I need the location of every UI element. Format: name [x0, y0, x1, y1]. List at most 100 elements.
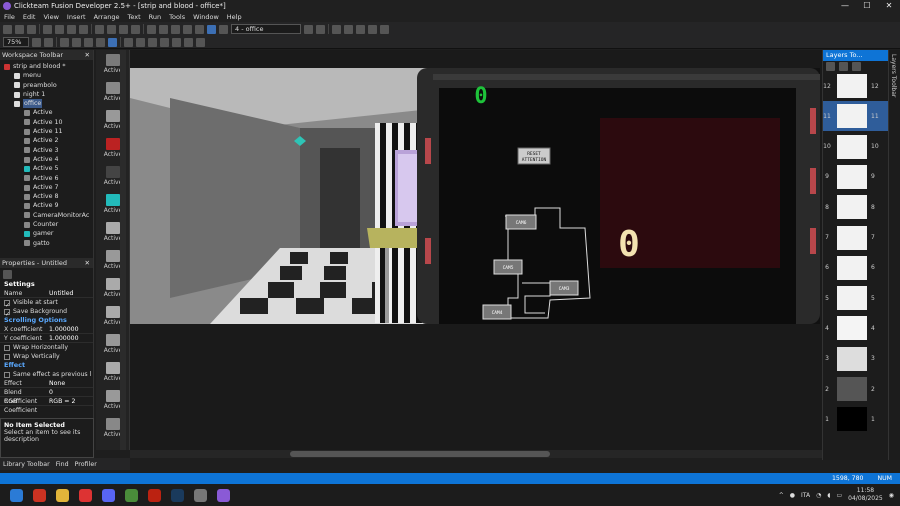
- menu-window[interactable]: Window: [193, 13, 219, 21]
- layer-row[interactable]: 10 10: [823, 132, 893, 162]
- prop-same-effect-checkbox[interactable]: Same effect as previous l: [0, 370, 93, 379]
- layer-row[interactable]: 55: [823, 283, 893, 313]
- tab-profiler[interactable]: Profiler: [75, 461, 97, 468]
- prop-x-coefficient[interactable]: X coefficient 1.000000: [0, 325, 93, 334]
- tree-item[interactable]: office: [0, 99, 93, 109]
- steam-icon[interactable]: [171, 488, 184, 502]
- tree-item[interactable]: strip and blood *: [0, 62, 93, 71]
- minimize-button[interactable]: —: [834, 0, 856, 12]
- add-layer-icon[interactable]: [826, 62, 835, 71]
- grid-toggle-icon[interactable]: [60, 37, 69, 47]
- menu-file[interactable]: File: [4, 13, 15, 21]
- show-all-icon[interactable]: [84, 37, 93, 47]
- media-player-icon[interactable]: [79, 488, 92, 502]
- prop-wrap-vertical-checkbox[interactable]: Wrap Vertically: [0, 352, 93, 361]
- copy-icon[interactable]: [55, 24, 64, 34]
- event-editor-icon[interactable]: [171, 24, 180, 34]
- prop-visible-checkbox[interactable]: ✓ Visible at start: [0, 298, 93, 309]
- window-icon[interactable]: [356, 24, 365, 34]
- tree-item[interactable]: Active 6: [0, 174, 93, 183]
- close-panel-icon[interactable]: ✕: [85, 50, 90, 60]
- layer-row[interactable]: 33: [823, 344, 893, 374]
- frame-icon[interactable]: [219, 24, 228, 34]
- grid-icon[interactable]: [332, 24, 341, 34]
- menu-help[interactable]: Help: [227, 13, 242, 21]
- data-elements-icon[interactable]: [195, 24, 204, 34]
- layers-vertical-tab[interactable]: Layers Toolbar: [888, 50, 900, 460]
- align-middle-icon[interactable]: [172, 37, 181, 47]
- tray-app-icon[interactable]: ●: [790, 492, 795, 499]
- align-icon[interactable]: [380, 24, 389, 34]
- tree-item[interactable]: Active 2: [0, 136, 93, 145]
- object-strip-scrollbar[interactable]: [120, 50, 126, 450]
- paste-icon[interactable]: [67, 24, 76, 34]
- save-icon[interactable]: [27, 24, 36, 34]
- discord-icon[interactable]: [102, 488, 115, 502]
- menu-edit[interactable]: Edit: [23, 13, 36, 21]
- storyboard-icon[interactable]: [147, 24, 156, 34]
- fusion-icon[interactable]: [217, 488, 230, 502]
- tree-item[interactable]: menu: [0, 71, 93, 80]
- run-application-icon[interactable]: [107, 24, 116, 34]
- maximize-button[interactable]: ☐: [856, 0, 878, 12]
- tree-item[interactable]: Active 8: [0, 192, 93, 201]
- run-frame-icon[interactable]: [119, 24, 128, 34]
- opera-icon[interactable]: [33, 488, 46, 502]
- zoom-select[interactable]: 75%: [3, 37, 29, 47]
- prop-save-background-checkbox[interactable]: ✓ Save Background: [0, 307, 93, 318]
- settings-icon[interactable]: [194, 488, 207, 502]
- tree-item[interactable]: Active 3: [0, 146, 93, 155]
- layer-row[interactable]: 88: [823, 192, 893, 222]
- layer-row[interactable]: 99: [823, 162, 893, 192]
- open-icon[interactable]: [15, 24, 24, 34]
- tree-item[interactable]: Active: [0, 108, 93, 117]
- clock[interactable]: 11:58 04/08/2025: [848, 487, 883, 503]
- next-frame-icon[interactable]: [316, 24, 325, 34]
- events-icon[interactable]: [207, 24, 216, 34]
- menu-run[interactable]: Run: [149, 13, 161, 21]
- zoom-out-icon[interactable]: [44, 37, 53, 47]
- prop-wrap-horizontal-checkbox[interactable]: Wrap Horizontally: [0, 343, 93, 352]
- previous-frame-icon[interactable]: [304, 24, 313, 34]
- event-list-icon[interactable]: [183, 24, 192, 34]
- tree-item[interactable]: CameraMonitorAc: [0, 211, 93, 220]
- prop-name[interactable]: Name Untitled: [0, 289, 93, 298]
- tree-item[interactable]: preambolo: [0, 81, 93, 90]
- align-center-icon[interactable]: [136, 37, 145, 47]
- menu-arrange[interactable]: Arrange: [94, 13, 120, 21]
- tree-item[interactable]: night 1: [0, 90, 93, 99]
- search-icon[interactable]: [196, 37, 205, 47]
- tab-library-toolbar[interactable]: Library Toolbar: [3, 461, 50, 468]
- horizontal-scroll-thumb[interactable]: [290, 451, 550, 457]
- tree-item[interactable]: Active 9: [0, 201, 93, 210]
- delete-icon[interactable]: [79, 24, 88, 34]
- frame-editor-icon[interactable]: [159, 24, 168, 34]
- prop-effect[interactable]: Effect None: [0, 379, 93, 388]
- frame-select[interactable]: 4 - office: [231, 24, 301, 34]
- tab-find[interactable]: Find: [56, 461, 69, 468]
- cut-icon[interactable]: [43, 24, 52, 34]
- frame-canvas[interactable]: RESET ATTENTION CAM6 CAM5 CAM3 CAM4 0 0: [130, 68, 820, 324]
- tree-item[interactable]: gamer: [0, 229, 93, 238]
- tray-chevron-icon[interactable]: ^: [779, 492, 784, 499]
- close-button[interactable]: ✕: [878, 0, 900, 12]
- layer-row[interactable]: 44: [823, 313, 893, 343]
- help-icon[interactable]: [95, 24, 104, 34]
- align-top-icon[interactable]: [160, 37, 169, 47]
- start-icon[interactable]: [10, 488, 23, 502]
- file-explorer-icon[interactable]: [56, 488, 69, 502]
- layer-row[interactable]: 11: [823, 404, 893, 434]
- layer-row[interactable]: 12 12: [823, 71, 893, 101]
- prop-rgb-coefficient[interactable]: RGB Coefficient RGB = 2: [0, 397, 93, 414]
- close-panel-icon[interactable]: ✕: [85, 258, 90, 268]
- layer-row[interactable]: 22: [823, 374, 893, 404]
- prop-blend-coefficient[interactable]: Blend Coefficient 0: [0, 388, 93, 405]
- layer-settings-icon[interactable]: [852, 62, 861, 71]
- layer-row[interactable]: 66: [823, 253, 893, 283]
- menu-insert[interactable]: Insert: [67, 13, 86, 21]
- align-bottom-icon[interactable]: [184, 37, 193, 47]
- select-tool-icon[interactable]: [108, 37, 117, 47]
- tree-item[interactable]: Active 10: [0, 118, 93, 127]
- tree-item[interactable]: Active 5: [0, 164, 93, 173]
- gear-icon[interactable]: [3, 270, 12, 279]
